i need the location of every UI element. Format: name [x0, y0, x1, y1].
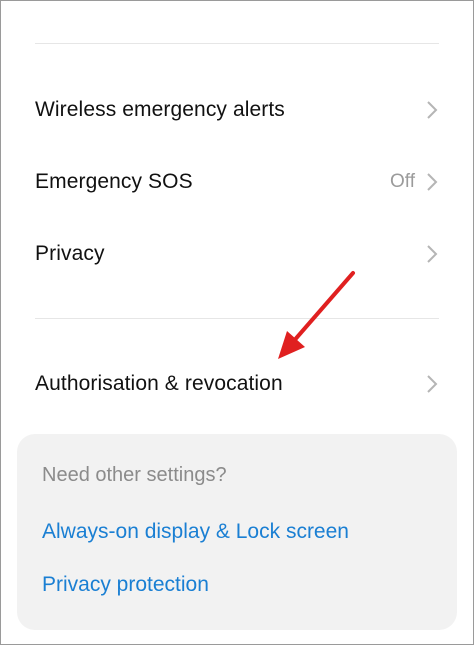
settings-item-wireless-emergency-alerts[interactable]: Wireless emergency alerts — [1, 82, 473, 138]
settings-item-label: Wireless emergency alerts — [35, 98, 285, 121]
settings-item-value: Off — [390, 171, 415, 192]
divider-top — [35, 43, 439, 44]
settings-item-authorisation-revocation[interactable]: Authorisation & revocation — [1, 356, 473, 412]
chevron-right-icon — [425, 374, 439, 394]
settings-item-privacy[interactable]: Privacy — [1, 226, 473, 282]
settings-item-emergency-sos[interactable]: Emergency SOS Off — [1, 154, 473, 210]
chevron-right-icon — [425, 172, 439, 192]
settings-item-label: Emergency SOS — [35, 170, 193, 193]
divider-middle — [35, 318, 439, 319]
settings-item-label: Privacy — [35, 242, 105, 265]
suggestions-title: Need other settings? — [42, 464, 227, 486]
chevron-right-icon — [425, 100, 439, 120]
chevron-right-icon — [425, 244, 439, 264]
settings-item-label: Authorisation & revocation — [35, 372, 283, 395]
link-privacy-protection[interactable]: Privacy protection — [42, 573, 209, 597]
suggestions-panel: Need other settings? Always-on display &… — [17, 434, 457, 630]
link-always-on-display-lock-screen[interactable]: Always-on display & Lock screen — [42, 520, 349, 544]
